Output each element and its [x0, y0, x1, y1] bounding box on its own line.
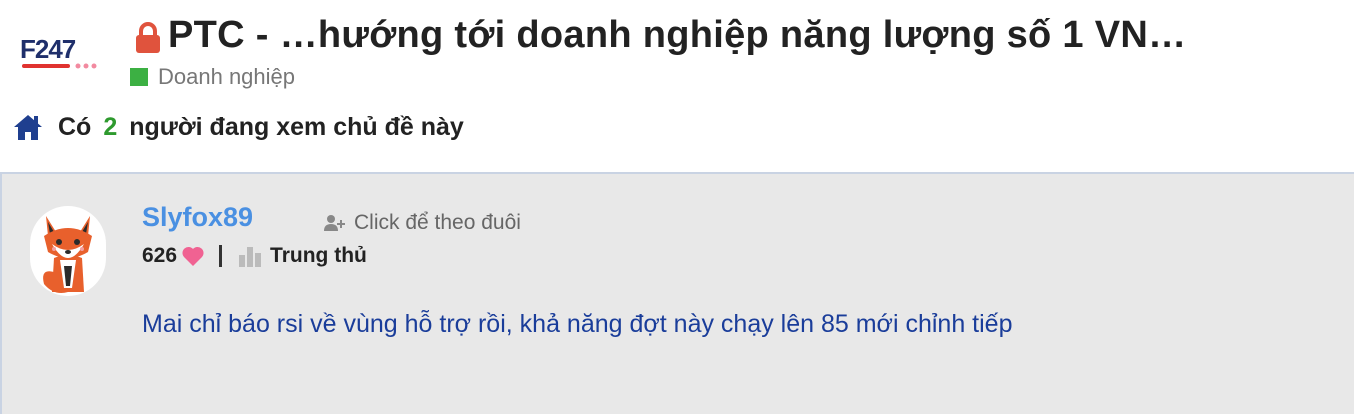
category-badge[interactable]: Doanh nghiệp	[130, 64, 295, 90]
f247-logo[interactable]: F247	[20, 34, 120, 74]
post-message: Mai chỉ báo rsi về vùng hỗ trợ rồi, khả …	[142, 310, 1013, 338]
thread-title[interactable]: PTC - …hướng tới doanh nghiệp năng lượng…	[168, 14, 1186, 57]
rank-icon	[239, 247, 262, 267]
category-label: Doanh nghiệp	[158, 64, 296, 89]
user-stats: 626 Trung thủ	[142, 244, 367, 268]
heart-icon	[182, 246, 204, 266]
like-count: 626	[142, 244, 178, 267]
fox-avatar	[43, 216, 92, 293]
viewers-suffix: người đang xem chủ đề này	[129, 112, 464, 141]
divider	[219, 245, 223, 267]
viewer-count-bar: Có 2 người đang xem chủ đề này	[12, 112, 464, 142]
category-color-swatch	[130, 68, 148, 86]
thread-header: F247 PTC - …hướng tới doanh nghiệp năng …	[0, 0, 1354, 172]
post-card: Slyfox89 Click để theo đuôi 626 Trung th…	[0, 172, 1354, 414]
viewers-prefix: Có	[58, 112, 92, 141]
user-rank: Trung thủ	[270, 244, 367, 267]
logo-text: F247	[20, 34, 76, 64]
add-user-icon	[324, 215, 345, 231]
viewers-count: 2	[103, 112, 118, 141]
follow-label: Click để theo đuôi	[354, 211, 521, 234]
lock-icon	[136, 22, 160, 53]
avatar[interactable]	[30, 206, 106, 296]
post-username[interactable]: Slyfox89	[142, 202, 253, 233]
follow-button[interactable]: Click để theo đuôi	[322, 211, 521, 235]
home-icon[interactable]	[12, 112, 44, 142]
